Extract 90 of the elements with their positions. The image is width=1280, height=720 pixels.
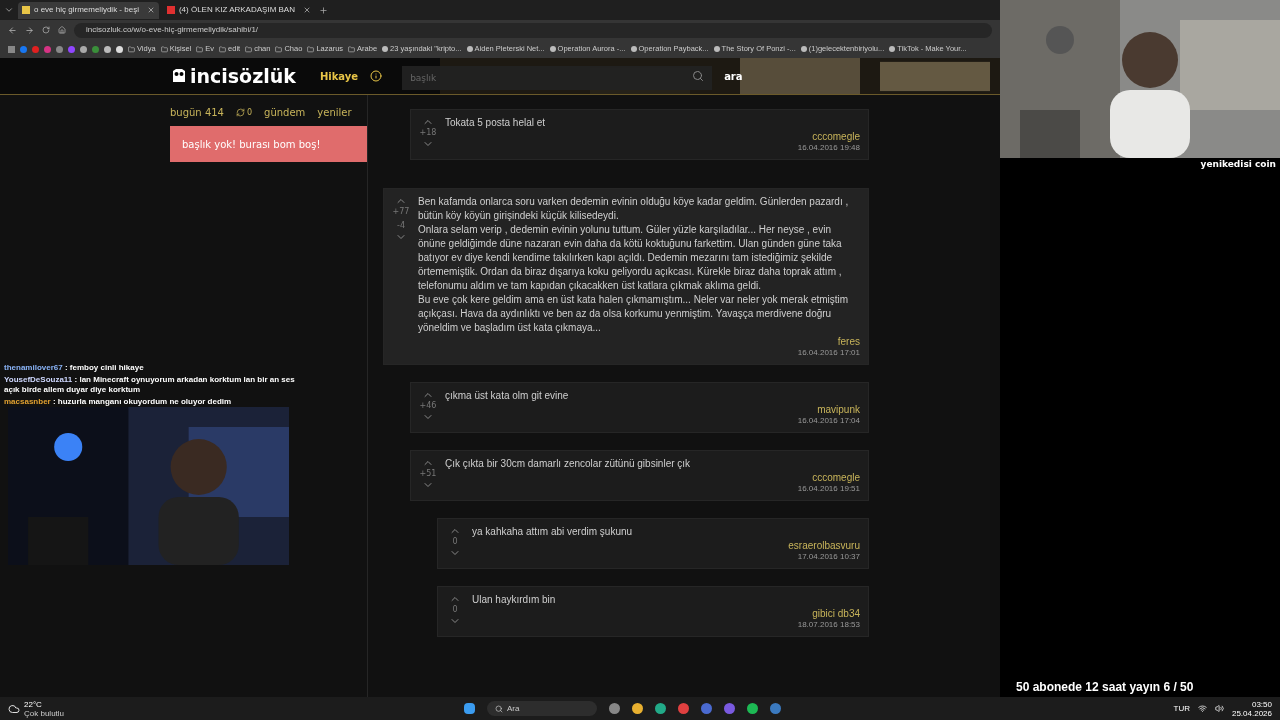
author-link[interactable]: gibici db34: [812, 607, 860, 620]
close-icon[interactable]: [146, 6, 155, 14]
chat-message: thenamilover67 : femboy cinli hikaye: [3, 363, 145, 373]
info-icon[interactable]: [370, 70, 383, 82]
refresh-count: 0: [247, 106, 253, 119]
tab-menu-icon[interactable]: [4, 5, 14, 15]
entry-date: 18.07.2016 18:53: [797, 620, 860, 630]
chat-message: YousefDeSouza11 : lan Minecraft oynuyorum arkadan korktum lan bir an ses açık birde allem duyar diye korktum: [3, 375, 296, 395]
language-indicator[interactable]: TUR: [1173, 702, 1190, 715]
folder-icon[interactable]: [245, 45, 253, 53]
taskbar-search[interactable]: Ara: [487, 701, 598, 716]
wifi-icon[interactable]: [1197, 704, 1207, 713]
search-button[interactable]: ara: [724, 68, 743, 84]
webcam-label: yenikedisi coin: [1200, 158, 1277, 171]
nav-link[interactable]: Hikaye: [319, 68, 359, 84]
weather-icon[interactable]: [8, 702, 20, 715]
search-field[interactable]: başlık: [402, 66, 713, 90]
clock-time: 03:50: [1251, 699, 1272, 709]
sidebar-link[interactable]: yeniler: [317, 105, 352, 120]
downvote-count: -4: [397, 221, 405, 231]
apps-icon[interactable]: [8, 45, 15, 53]
folder-icon[interactable]: [275, 45, 283, 53]
site-logo[interactable]: incisözlük: [190, 61, 296, 91]
folder-icon[interactable]: [196, 45, 204, 53]
entry-text: ya kahkaha attım abi verdim şukunu: [472, 525, 634, 539]
forward-icon[interactable]: [25, 25, 34, 35]
folder-icon[interactable]: [307, 45, 315, 53]
entry-date: 16.04.2016 19:51: [797, 484, 860, 494]
entry-text: Ben kafamda onlarca soru varken dedemin evinin olduğu köye kadar geldim. Günlerden pazardı , bütün köy köyün girişindeki küçük kilisedeydi.: [418, 195, 850, 223]
taskbar-app-icon[interactable]: [632, 703, 644, 714]
bookmark-icon[interactable]: [630, 46, 637, 52]
close-icon[interactable]: [302, 6, 311, 14]
entry-date: 17.04.2016 10:37: [797, 552, 860, 562]
entry-text: Onlara selam verip , dedemin evinin yolunu tuttum. Güler yüzle karşıladılar... Her neyse , evin önüne geldiğimde düne nazaran evin daha da kötü koktuğunu farkettim. Ulan günden güne taka batıyor ev diye kendi kendime takılırken kapı açıldı. Dedemin mezarını tam istediğimiz şekilde örtememiştik. Ordan da biraz dışarıya koku geliyordu açıkcası. Kürekle biraz daha toprak attım , telefonumu aldım ve tam kapıdan çıkacakken üst katlara çıkmak aklıma geldi.: [418, 223, 843, 293]
taskbar-app-icon[interactable]: [770, 703, 782, 714]
entry-text: Ulan haykırdım bin: [472, 593, 557, 607]
entry-text: Tokata 5 posta helal et: [445, 116, 547, 130]
entry-date: 16.04.2016 19:48: [797, 143, 860, 153]
folder-icon[interactable]: [128, 45, 135, 53]
today-link[interactable]: bugün 414: [170, 105, 224, 120]
author-link[interactable]: cccomegle: [812, 130, 860, 143]
new-tab-icon[interactable]: [318, 5, 328, 15]
bookmark-icon[interactable]: [713, 46, 720, 52]
entry-text: Bu eve çok kere geldim ama en üst kata halen çıkmamıştım... Neler var neler yok merak etmiştim açıkçası. Hava da aydınlıktı ve ben az da olsa korkumu yenmiştim. Yavaşça merdivene doğru yöneldim ve başladım üst kata çıkmaya...: [418, 293, 850, 335]
temperature: 22°C: [24, 699, 43, 709]
taskbar-app-icon[interactable]: [678, 703, 690, 714]
vote-score: +18: [419, 128, 437, 138]
search-icon: [495, 704, 504, 713]
clock-date: 25.04.2026: [1231, 708, 1272, 718]
bookmark-icon[interactable]: [466, 46, 473, 52]
home-icon[interactable]: [58, 26, 66, 34]
owl-logo-icon: [172, 68, 186, 84]
folder-icon[interactable]: [219, 45, 227, 53]
bookmark-icon[interactable]: [889, 46, 896, 52]
entry-date: 16.04.2016 17:04: [797, 416, 860, 426]
taskbar-app-icon[interactable]: [747, 703, 759, 714]
author-link[interactable]: esraerolbasvuru: [788, 539, 860, 552]
volume-icon[interactable]: [1214, 704, 1224, 713]
start-icon[interactable]: [464, 703, 476, 714]
author-link[interactable]: mavipunk: [817, 403, 860, 416]
vote-score: +77: [392, 207, 410, 217]
back-icon[interactable]: [8, 25, 17, 35]
refresh-icon[interactable]: [236, 108, 245, 117]
sidebar-link[interactable]: gündem: [264, 105, 306, 120]
search-icon[interactable]: [692, 70, 705, 82]
vote-score: +46: [419, 401, 437, 411]
browser-tab[interactable]: (4) ÖLEN KIZ ARKADAŞIM BAN: [162, 1, 315, 19]
weather-text: Çok bulutlu: [24, 708, 65, 718]
vote-score: 0: [452, 537, 458, 547]
bookmark-icon[interactable]: [800, 46, 807, 52]
folder-icon[interactable]: [348, 45, 356, 53]
folder-icon[interactable]: [160, 45, 168, 53]
vote-score: 0: [452, 605, 458, 615]
entry-text: çıkma üst kata olm git evine: [445, 389, 570, 403]
author-link[interactable]: cccomegle: [812, 471, 860, 484]
browser-tab[interactable]: o eve hiç girmemeliydik - beşi: [18, 1, 159, 19]
stream-goal-text: 50 abonede 12 saat yayın 6 / 50: [1016, 679, 1194, 696]
bookmark-icon[interactable]: [549, 46, 556, 52]
entry-date: 16.04.2016 17:01: [797, 348, 860, 358]
vote-score: +51: [419, 469, 437, 479]
taskbar-app-icon[interactable]: [609, 703, 621, 714]
chat-message: macsasnber : huzurla manganı okuyordum ne oluyor dedim: [3, 397, 233, 407]
author-link[interactable]: feres: [837, 335, 860, 348]
taskbar-app-icon[interactable]: [724, 703, 736, 714]
reload-icon[interactable]: [42, 26, 50, 34]
entry-text: Çık çıkta bir 30cm damarlı zencolar zütünü gibsinler çık: [445, 457, 692, 471]
address-bar[interactable]: incisozluk.co/w/o-eve-hiç-girmemeliydik/sahibi/1/: [74, 22, 992, 38]
bookmark-icon[interactable]: [382, 46, 389, 52]
empty-notice: başlık yok! burası bom boş!: [170, 126, 367, 162]
taskbar-app-icon[interactable]: [655, 703, 667, 714]
